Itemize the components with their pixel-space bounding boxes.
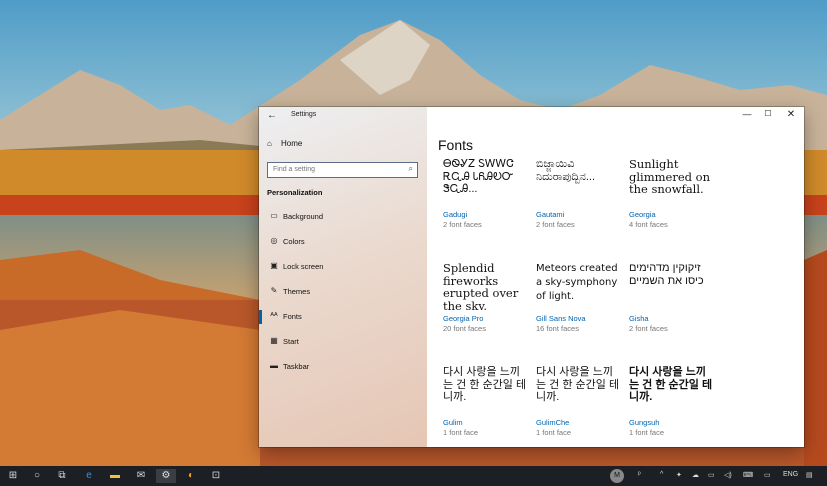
font-card-gulimche[interactable]: 다시 사랑을 느끼는 건 한 순간일 테니까. GulimChe 1 font …	[536, 366, 622, 437]
nav-item-label: Background	[283, 212, 324, 221]
section-heading: Personalization	[267, 188, 323, 197]
close-button[interactable]: ✕	[781, 109, 801, 120]
network-icon[interactable]: ✦	[676, 471, 682, 479]
font-faces-count: 2 font faces	[536, 220, 575, 229]
font-sample: זיקוקין מדהימים כיסו את השמיים	[629, 262, 704, 287]
font-name: Gulim	[443, 418, 463, 427]
file-explorer-icon[interactable]: ▬	[105, 469, 125, 483]
font-name: Georgia Pro	[443, 314, 484, 323]
onedrive-icon[interactable]: ☁	[692, 471, 699, 479]
font-card-gulim[interactable]: 다시 사랑을 느끼는 건 한 순간일 테니까. Gulim 1 font fac…	[443, 366, 529, 437]
chevron-up-icon[interactable]: ^	[660, 471, 663, 478]
start-grid-icon: ▦	[270, 336, 278, 345]
font-card-gisha[interactable]: זיקוקין מדהימים כיסו את השמיים Gisha 2 f…	[629, 262, 715, 333]
nav-item-label: Taskbar	[283, 362, 310, 371]
nav-item-fonts[interactable]: ᴬᴬ Fonts	[259, 308, 427, 328]
font-name: Gautami	[536, 210, 565, 219]
task-view-icon[interactable]: ⧉	[52, 469, 72, 483]
font-name: Gill Sans Nova	[536, 314, 586, 323]
font-name: GulimChe	[536, 418, 570, 427]
nav-item-label: Lock screen	[283, 262, 324, 271]
font-name: Georgia	[629, 210, 656, 219]
window-title: Settings	[291, 111, 317, 118]
taskbar-icon: ▬	[270, 361, 278, 370]
font-name: Gisha	[629, 314, 649, 323]
font-card-gadugi[interactable]: ᎾᏫᎽᏃ ᏚᎳᎳᏣ ᎡᏩᎯ ᏓᏲᎯᎧᏅ ᏕᏩᎯ... Gadugi 2 font…	[443, 158, 529, 229]
font-name: Gungsuh	[629, 418, 660, 427]
nav-item-background[interactable]: ▭ Background	[259, 208, 427, 228]
brush-icon: ✎	[270, 286, 278, 295]
font-faces-count: 1 font face	[629, 428, 665, 437]
nav-item-taskbar[interactable]: ▬ Taskbar	[259, 358, 427, 378]
nav-item-themes[interactable]: ✎ Themes	[259, 283, 427, 303]
font-sample: ᎾᏫᎽᏃ ᏚᎳᎳᏣ ᎡᏩᎯ ᏓᏲᎯᎧᏅ ᏕᏩᎯ...	[443, 158, 514, 195]
cortana-icon[interactable]: ○	[27, 469, 47, 483]
font-faces-count: 20 font faces	[443, 324, 486, 333]
picture-icon: ▭	[270, 211, 278, 220]
selection-indicator	[259, 310, 262, 324]
edge-icon[interactable]: e	[79, 469, 99, 483]
maximize-button[interactable]: ☐	[758, 109, 778, 118]
font-sample: 다시 사랑을 느끼는 건 한 순간일 테니까.	[536, 366, 620, 403]
back-arrow-icon[interactable]: ←	[267, 110, 277, 121]
search-placeholder: Find a setting	[273, 166, 316, 173]
settings-icon[interactable]: ⚙	[156, 469, 176, 483]
volume-icon[interactable]: ◁)	[724, 471, 732, 479]
nav-home-label: Home	[281, 139, 303, 148]
nav-home[interactable]: ⌂ Home	[267, 139, 302, 148]
font-faces-count: 1 font face	[443, 428, 479, 437]
title-bar: ← Settings — ☐ ✕	[259, 107, 804, 124]
notifications-icon[interactable]: ▤	[806, 471, 813, 479]
windows-logo-icon[interactable]: ⊞	[3, 469, 23, 483]
search-icon[interactable]: ⌕	[409, 164, 413, 174]
font-sample: Sunlight glimmered on the snowfall.	[629, 158, 710, 196]
settings-nav-pane: ⌂ Home Find a setting ⌕ Personalization ▭…	[259, 107, 427, 447]
font-card-georgia[interactable]: Sunlight glimmered on the snowfall. Geor…	[629, 158, 715, 229]
nav-item-colors[interactable]: ◎ Colors	[259, 233, 427, 253]
settings-window: ⌂ Home Find a setting ⌕ Personalization ▭…	[259, 107, 804, 447]
font-sample: Splendid fireworks erupted over the sky.	[443, 262, 519, 310]
mail-icon[interactable]: ✉	[131, 469, 151, 483]
people-icon[interactable]: ᵖ	[638, 471, 641, 478]
font-faces-count: 4 font faces	[629, 220, 668, 229]
font-faces-count: 1 font face	[536, 428, 572, 437]
nav-item-lock-screen[interactable]: ▣ Lock screen	[259, 258, 427, 278]
taskbar: ⊞ ○ ⧉ e ▬ ✉ ⚙ ◐ ⊡ M ᵖ ^ ✦ ☁ ▭ ◁) ⌨ ▭ ENG…	[0, 466, 827, 486]
home-icon: ⌂	[267, 139, 272, 148]
palette-icon: ◎	[270, 236, 278, 245]
lock-screen-icon: ▣	[270, 261, 278, 270]
font-card-gungsuh[interactable]: 다시 사랑을 느끼는 건 한 순간일 테니까. Gungsuh 1 font f…	[629, 366, 715, 437]
font-faces-count: 2 font faces	[443, 220, 482, 229]
font-card-gautami[interactable]: ಬಿಜ್ಜಾಯಿವಿ ನಿದುರಾಪುದ್ಬಿನ... Gautami 2 fo…	[536, 158, 622, 229]
font-card-georgia-pro[interactable]: Splendid fireworks erupted over the sky.…	[443, 262, 529, 333]
nav-item-label: Fonts	[283, 312, 302, 321]
store-icon[interactable]: ⊡	[206, 469, 226, 483]
keyboard-icon[interactable]: ⌨	[743, 471, 753, 479]
nav-item-start[interactable]: ▦ Start	[259, 333, 427, 353]
nav-item-label: Colors	[283, 237, 305, 246]
nav-item-label: Themes	[283, 287, 311, 296]
font-faces-count: 16 font faces	[536, 324, 579, 333]
battery-icon[interactable]: ▭	[708, 471, 715, 479]
paint-icon[interactable]: ◐	[181, 469, 201, 483]
font-sample: 다시 사랑을 느끼는 건 한 순간일 테니까.	[443, 366, 527, 403]
font-sample: ಬಿಜ್ಜಾಯಿವಿ ನಿದುರಾಪುದ್ಬಿನ...	[536, 158, 596, 183]
display-icon[interactable]: ▭	[764, 471, 771, 479]
page-title: Fonts	[438, 137, 474, 153]
font-sample: Meteors created a sky-symphony of light.	[536, 263, 618, 302]
font-name: Gadugi	[443, 210, 468, 219]
minimize-button[interactable]: —	[737, 109, 757, 119]
avatar[interactable]: M	[610, 469, 624, 483]
font-card-gill-sans-nova[interactable]: Meteors created a sky-symphony of light.…	[536, 262, 622, 333]
search-input[interactable]: Find a setting ⌕	[267, 162, 418, 178]
language-indicator[interactable]: ENG	[783, 471, 798, 478]
font-sample: 다시 사랑을 느끼는 건 한 순간일 테니까.	[629, 366, 713, 403]
font-faces-count: 2 font faces	[629, 324, 668, 333]
nav-item-label: Start	[283, 337, 299, 346]
fonts-icon: ᴬᴬ	[270, 311, 278, 320]
